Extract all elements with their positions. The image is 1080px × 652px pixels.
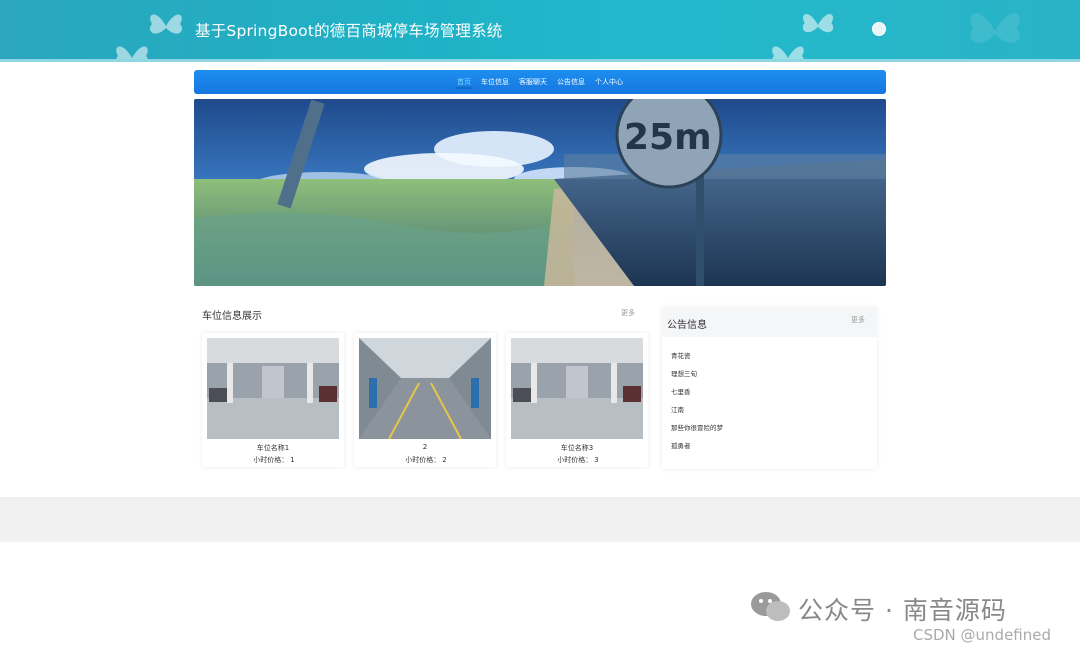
watermark-text: 公众号 · 南音源码	[798, 596, 1007, 625]
watermark-subtext: CSDN @undefined	[913, 626, 1052, 644]
parking-photo	[359, 338, 491, 439]
butterfly-decoration-icon	[116, 46, 148, 59]
parking-card[interactable]: 车位名称1 小时价格： 1	[202, 333, 344, 467]
banner-sign-text: 25m	[624, 117, 712, 158]
user-avatar[interactable]	[872, 22, 886, 36]
parking-price: 小时价格： 1	[253, 456, 295, 464]
hero-banner[interactable]: 25m	[194, 99, 886, 286]
butterfly-decoration-icon	[970, 13, 1020, 43]
parking-card[interactable]: 车位名称3 小时价格： 3	[506, 333, 648, 467]
notice-more-link[interactable]: 更多	[851, 315, 865, 325]
parking-photo	[207, 338, 339, 439]
nav-item-parking-info[interactable]: 车位信息	[476, 70, 514, 94]
wechat-icon	[751, 592, 790, 621]
nav-item-customer-chat[interactable]: 客服聊天	[514, 70, 552, 94]
parking-name: 车位名称1	[256, 444, 290, 452]
banner-image: 25m	[194, 99, 886, 286]
notice-item[interactable]: 七里香	[671, 386, 691, 396]
main-nav: 首页 车位信息 客服聊天 公告信息 个人中心	[194, 70, 886, 94]
parking-name: 车位名称3	[560, 444, 594, 452]
notice-item[interactable]: 青花瓷	[671, 350, 691, 360]
nav-item-home[interactable]: 首页	[452, 70, 476, 94]
notice-header: 公告信息 更多	[662, 307, 877, 337]
parking-card[interactable]: 2 小时价格： 2	[354, 333, 496, 467]
parking-price: 小时价格： 2	[405, 456, 447, 464]
parking-name: 2	[422, 443, 428, 451]
parking-section-title: 车位信息展示	[202, 311, 262, 322]
site-title: 基于SpringBoot的德百商城停车场管理系统	[195, 22, 503, 40]
notice-item[interactable]: 那些你很冒险的梦	[671, 422, 723, 432]
site-footer	[0, 497, 1080, 542]
parking-photo	[511, 338, 643, 439]
notice-item[interactable]: 孤勇者	[671, 440, 691, 450]
notice-title: 公告信息	[667, 320, 707, 331]
nav-item-personal-center[interactable]: 个人中心	[590, 70, 628, 94]
parking-more-link[interactable]: 更多	[621, 308, 635, 318]
notice-list: 青花瓷 理想三旬 七里香 江南 那些你很冒险的梦 孤勇者	[666, 341, 873, 465]
nav-item-notices[interactable]: 公告信息	[552, 70, 590, 94]
site-header: 基于SpringBoot的德百商城停车场管理系统	[0, 0, 1080, 62]
notice-item[interactable]: 理想三旬	[671, 368, 697, 378]
notice-item[interactable]: 江南	[671, 404, 684, 414]
notice-panel: 公告信息 更多 青花瓷 理想三旬 七里香 江南 那些你很冒险的梦 孤勇者	[662, 307, 877, 469]
parking-price: 小时价格： 3	[557, 456, 599, 464]
butterfly-decoration-icon	[772, 46, 804, 59]
